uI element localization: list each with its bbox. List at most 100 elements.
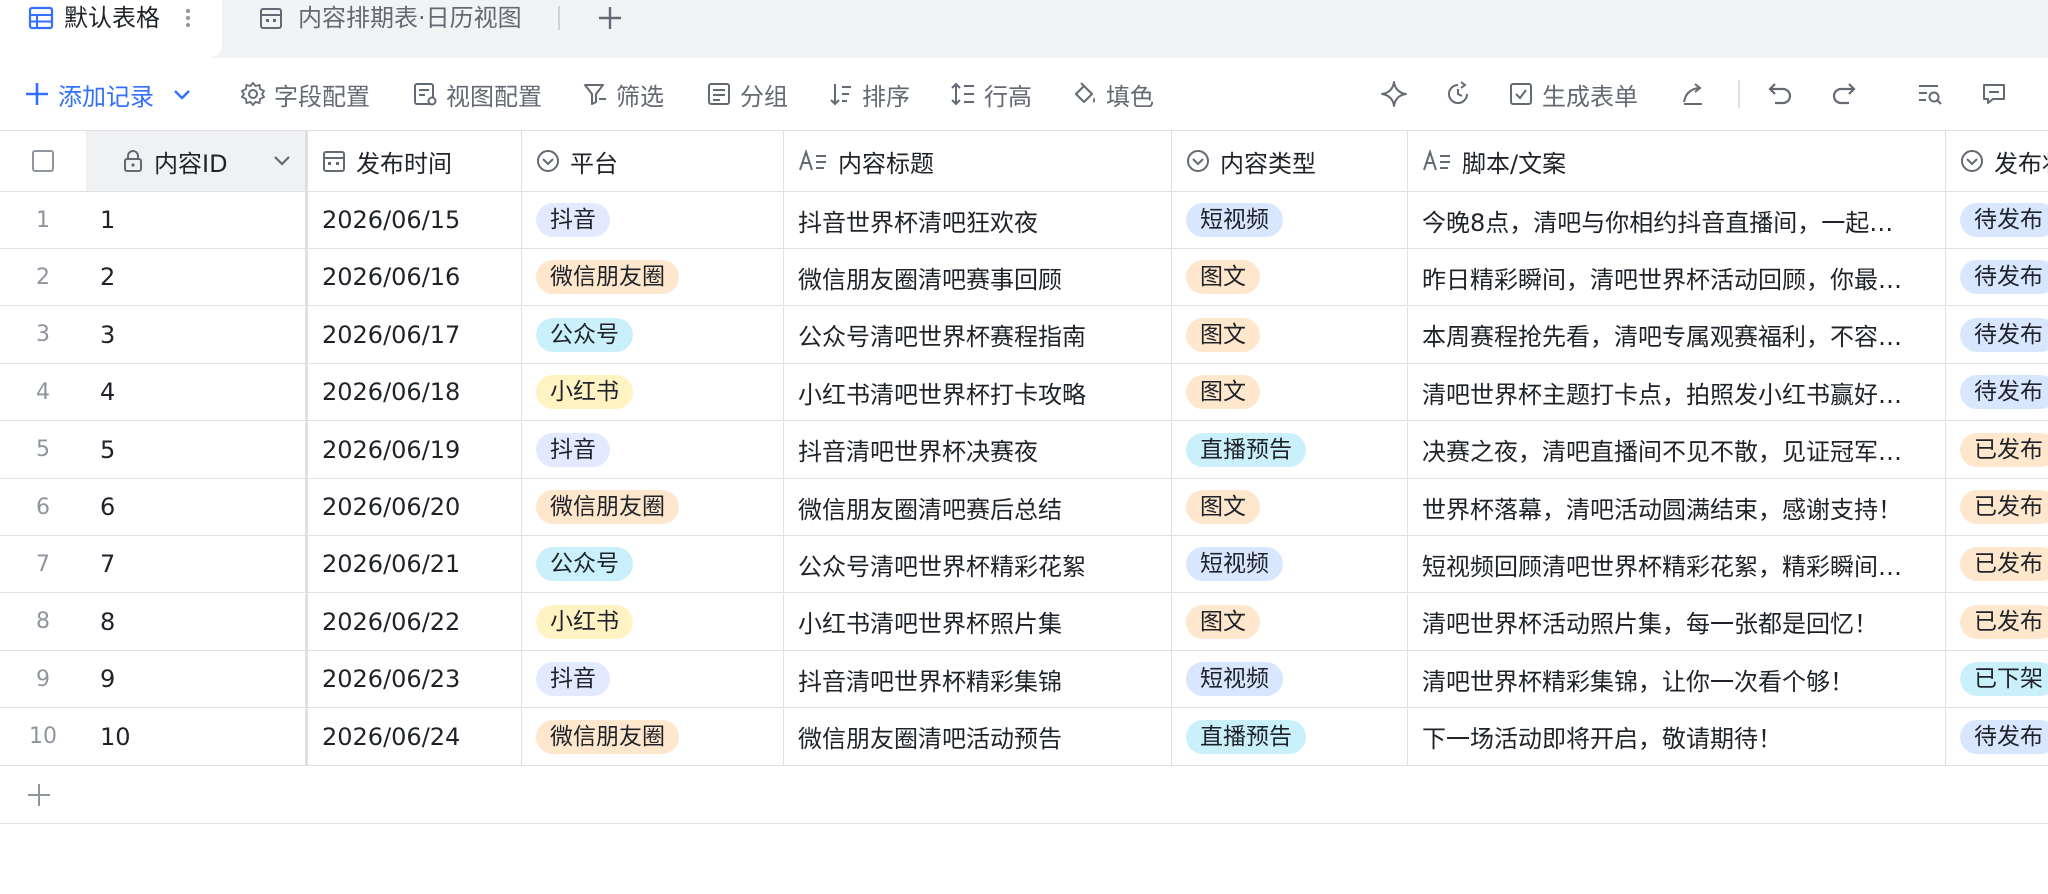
row-number[interactable]: 7	[0, 536, 86, 592]
cell-content-type[interactable]: 短视频	[1172, 192, 1408, 248]
cell-script[interactable]: 昨日精彩瞬间，清吧世界杯活动回顾，你最…	[1408, 249, 1946, 306]
cell-content-id[interactable]: 1	[86, 192, 306, 248]
cell-content-id[interactable]: 5	[86, 421, 306, 478]
generate-form-button[interactable]: 生成表单	[1508, 74, 1638, 114]
cell-script[interactable]: 世界杯落幕，清吧活动圆满结束，感谢支持！	[1408, 479, 1946, 535]
cell-publish-status[interactable]: 待发布	[1946, 709, 2048, 765]
cell-content-title[interactable]: 小红书清吧世界杯打卡攻略	[784, 364, 1172, 421]
cell-script[interactable]: 清吧世界杯活动照片集，每一张都是回忆！	[1408, 593, 1946, 650]
cell-publish-date[interactable]: 2026/06/19	[308, 421, 522, 478]
cell-publish-date[interactable]: 2026/06/17	[308, 306, 522, 363]
cell-content-title[interactable]: 小红书清吧世界杯照片集	[784, 593, 1172, 650]
cell-content-id[interactable]: 10	[86, 708, 306, 765]
tab-default-table[interactable]: 默认表格	[0, 0, 222, 58]
more-vertical-icon[interactable]	[180, 4, 196, 32]
cell-publish-status[interactable]: 待发布	[1946, 364, 2048, 420]
cell-content-id[interactable]: 6	[86, 479, 306, 535]
cell-publish-status[interactable]: 已发布	[1946, 594, 2048, 650]
column-header-publish-status[interactable]: 发布状态	[1946, 131, 2048, 191]
cell-script[interactable]: 清吧世界杯主题打卡点，拍照发小红书赢好…	[1408, 364, 1946, 421]
frozen-column-divider[interactable]	[306, 130, 308, 766]
cell-platform[interactable]: 公众号	[522, 306, 784, 363]
column-header-content-type[interactable]: 内容类型	[1172, 131, 1408, 191]
row-height-button[interactable]: 行高	[950, 74, 1032, 114]
cell-publish-date[interactable]: 2026/06/18	[308, 364, 522, 421]
cell-publish-status[interactable]: 已发布	[1946, 536, 2048, 592]
add-row-button[interactable]	[0, 766, 2048, 824]
cell-content-title[interactable]: 微信朋友圈清吧活动预告	[784, 708, 1172, 765]
share-button[interactable]	[1680, 74, 1708, 114]
cell-script[interactable]: 短视频回顾清吧世界杯精彩花絮，精彩瞬间…	[1408, 536, 1946, 593]
cell-content-title[interactable]: 抖音清吧世界杯决赛夜	[784, 421, 1172, 478]
cell-publish-date[interactable]: 2026/06/15	[308, 192, 522, 248]
cell-content-title[interactable]: 抖音清吧世界杯精彩集锦	[784, 651, 1172, 708]
add-record-button[interactable]: 添加记录	[24, 74, 192, 114]
row-number[interactable]: 9	[0, 651, 86, 707]
select-all-checkbox[interactable]	[32, 150, 54, 172]
cell-content-id[interactable]: 2	[86, 249, 306, 306]
cell-script[interactable]: 下一场活动即将开启，敬请期待！	[1408, 708, 1946, 765]
cell-publish-date[interactable]: 2026/06/21	[308, 536, 522, 593]
cell-publish-date[interactable]: 2026/06/24	[308, 708, 522, 765]
cell-content-type[interactable]: 图文	[1172, 249, 1408, 306]
cell-content-type[interactable]: 图文	[1172, 479, 1408, 535]
sort-button[interactable]: 排序	[828, 74, 910, 114]
cell-platform[interactable]: 抖音	[522, 192, 784, 248]
automation-button[interactable]	[1444, 74, 1472, 114]
view-config-button[interactable]: 视图配置	[412, 74, 542, 114]
cell-content-title[interactable]: 微信朋友圈清吧赛后总结	[784, 479, 1172, 535]
cell-content-id[interactable]: 8	[86, 593, 306, 650]
row-number[interactable]: 10	[0, 709, 86, 765]
cell-platform[interactable]: 公众号	[522, 536, 784, 593]
undo-button[interactable]	[1766, 74, 1794, 114]
cell-platform[interactable]: 抖音	[522, 421, 784, 478]
cell-content-id[interactable]: 9	[86, 651, 306, 708]
cell-script[interactable]: 清吧世界杯精彩集锦，让你一次看个够！	[1408, 651, 1946, 708]
select-all-checkbox-cell[interactable]	[0, 131, 86, 191]
cell-publish-date[interactable]: 2026/06/23	[308, 651, 522, 708]
cell-platform[interactable]: 小红书	[522, 593, 784, 650]
cell-content-title[interactable]: 抖音世界杯清吧狂欢夜	[784, 192, 1172, 248]
cell-publish-date[interactable]: 2026/06/20	[308, 479, 522, 535]
cell-content-type[interactable]: 短视频	[1172, 651, 1408, 708]
cell-content-type[interactable]: 直播预告	[1172, 708, 1408, 765]
column-header-publish-date[interactable]: 发布时间	[308, 131, 522, 191]
chevron-down-icon[interactable]	[172, 84, 192, 104]
cell-publish-date[interactable]: 2026/06/16	[308, 249, 522, 306]
cell-platform[interactable]: 微信朋友圈	[522, 708, 784, 765]
row-number[interactable]: 1	[0, 192, 86, 248]
cell-content-id[interactable]: 4	[86, 364, 306, 421]
row-number[interactable]: 3	[0, 307, 86, 363]
cell-script[interactable]: 本周赛程抢先看，清吧专属观赛福利，不容…	[1408, 306, 1946, 363]
add-view-icon[interactable]	[596, 4, 624, 32]
cell-content-id[interactable]: 3	[86, 306, 306, 363]
cell-content-title[interactable]: 公众号清吧世界杯精彩花絮	[784, 536, 1172, 593]
row-number[interactable]: 5	[0, 422, 86, 478]
cell-platform[interactable]: 抖音	[522, 651, 784, 708]
column-header-content-id[interactable]: 内容ID	[86, 131, 306, 191]
cell-content-type[interactable]: 图文	[1172, 593, 1408, 650]
cell-platform[interactable]: 小红书	[522, 364, 784, 421]
ai-sparkle-button[interactable]	[1380, 74, 1408, 114]
cell-content-title[interactable]: 公众号清吧世界杯赛程指南	[784, 306, 1172, 363]
cell-script[interactable]: 今晚8点，清吧与你相约抖音直播间，一起…	[1408, 192, 1946, 248]
cell-platform[interactable]: 微信朋友圈	[522, 249, 784, 306]
row-number[interactable]: 4	[0, 364, 86, 420]
cell-publish-status[interactable]: 已发布	[1946, 422, 2048, 478]
row-number[interactable]: 8	[0, 594, 86, 650]
column-header-content-title[interactable]: 内容标题	[784, 131, 1172, 191]
filter-button[interactable]: 筛选	[582, 74, 664, 114]
cell-content-type[interactable]: 直播预告	[1172, 421, 1408, 478]
cell-publish-date[interactable]: 2026/06/22	[308, 593, 522, 650]
cell-content-title[interactable]: 微信朋友圈清吧赛事回顾	[784, 249, 1172, 306]
field-config-button[interactable]: 字段配置	[240, 74, 370, 114]
cell-publish-status[interactable]: 已下架	[1946, 651, 2048, 707]
cell-publish-status[interactable]: 待发布	[1946, 249, 2048, 305]
cell-content-id[interactable]: 7	[86, 536, 306, 593]
cell-script[interactable]: 决赛之夜，清吧直播间不见不散，见证冠军…	[1408, 421, 1946, 478]
cell-platform[interactable]: 微信朋友圈	[522, 479, 784, 535]
redo-button[interactable]	[1830, 74, 1858, 114]
group-button[interactable]: 分组	[706, 74, 788, 114]
cell-content-type[interactable]: 短视频	[1172, 536, 1408, 593]
search-records-button[interactable]	[1916, 74, 1944, 114]
